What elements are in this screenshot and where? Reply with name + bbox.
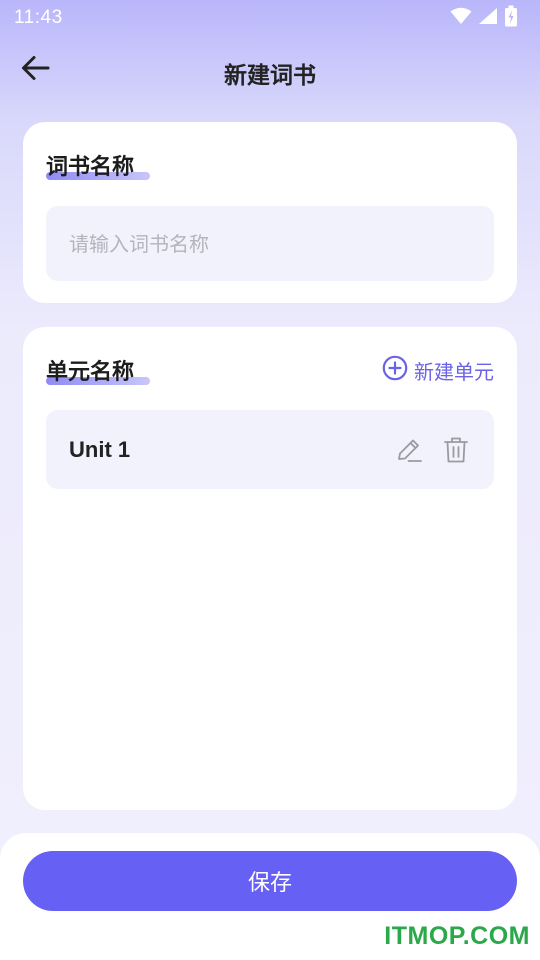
new-unit-button[interactable]: 新建单元 xyxy=(382,355,494,386)
status-bar: 11:43 xyxy=(0,0,540,36)
nav-bar: 新建词书 xyxy=(0,44,540,96)
page-title: 新建词书 xyxy=(224,63,316,89)
pencil-icon[interactable] xyxy=(394,435,424,465)
new-unit-label: 新建单元 xyxy=(414,360,494,384)
unit-name: Unit 1 xyxy=(69,436,131,462)
book-name-title: 词书名称 xyxy=(46,155,135,180)
status-time: 11:43 xyxy=(14,7,63,28)
status-icons xyxy=(450,5,518,31)
units-card: 单元名称 新建单元 Unit 1 xyxy=(23,327,517,810)
units-title: 单元名称 xyxy=(46,360,135,385)
trash-icon[interactable] xyxy=(441,435,471,465)
book-name-card: 词书名称 xyxy=(23,122,517,303)
signal-icon xyxy=(478,7,498,29)
save-button[interactable]: 保存 xyxy=(23,851,517,911)
wifi-icon xyxy=(450,7,472,29)
unit-row[interactable]: Unit 1 xyxy=(46,410,494,489)
watermark: ITMOP.COM xyxy=(384,922,530,950)
book-name-input[interactable] xyxy=(46,206,494,281)
battery-charging-icon xyxy=(504,5,518,31)
plus-circle-icon xyxy=(382,355,408,386)
